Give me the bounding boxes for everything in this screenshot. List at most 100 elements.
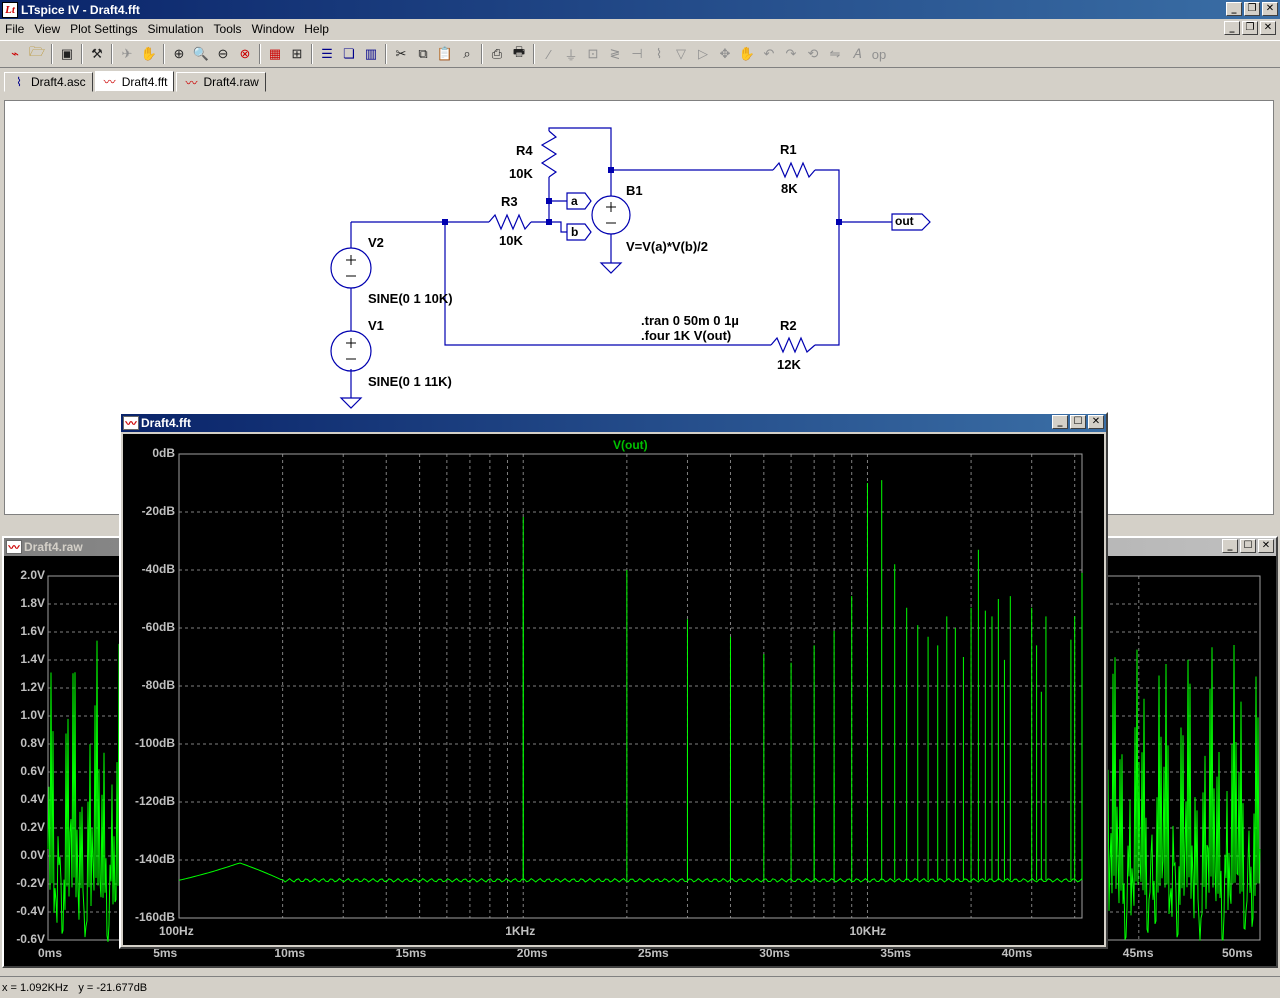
restore-icon[interactable]: ❐ [1244,2,1260,16]
app-title: LTspice IV - Draft4.fft [21,2,140,17]
tile-vertical-icon[interactable]: ▥ [360,43,382,65]
r1-value: 8K [781,181,798,196]
menu-tools[interactable]: Tools [209,22,247,36]
waveform-icon: 〰 [6,540,22,554]
ground-icon[interactable]: ⏚ [560,43,582,65]
app-title-bar[interactable]: Lt LTspice IV - Draft4.fft _ ❐ ✕ [0,0,1280,19]
print-icon[interactable]: 🖶 [508,43,530,65]
rotate-icon[interactable]: ⟲ [802,43,824,65]
tab-draft4-asc[interactable]: ⌇ Draft4.asc [4,72,93,92]
tile-horizontal-icon[interactable]: ☰ [316,43,338,65]
menu-plot-settings[interactable]: Plot Settings [65,22,142,36]
fft-x-tick-label: 100Hz [159,924,194,938]
autorange-icon[interactable]: ▦ [264,43,286,65]
raw-maximize-icon[interactable]: ☐ [1240,539,1256,553]
fft-y-tick-label: -40dB [141,562,175,576]
net-label-b: b [571,225,579,239]
menu-bar: File View Plot Settings Simulation Tools… [0,19,1280,38]
fft-minimize-icon[interactable]: _ [1052,415,1068,429]
cascade-icon[interactable]: ❏ [338,43,360,65]
raw-y-tick-label: -0.4V [16,904,45,918]
copy-icon[interactable]: ⧉ [412,43,434,65]
net-label-a: a [571,194,578,208]
redo-icon[interactable]: ↷ [780,43,802,65]
raw-minimize-icon[interactable]: _ [1222,539,1238,553]
minimize-icon[interactable]: _ [1226,2,1242,16]
zoom-out-icon[interactable]: 🔍 [190,43,212,65]
cursor-y-readout: y = -21.677dB [78,981,148,994]
four-directive[interactable]: .four 1K V(out) [641,328,731,343]
raw-y-tick-label: 1.8V [20,596,45,610]
component-icon[interactable]: ▷ [692,43,714,65]
menu-window[interactable]: Window [247,22,300,36]
tran-directive[interactable]: .tran 0 50m 0 1µ [641,313,739,328]
save-icon[interactable]: ▣ [56,43,78,65]
tab-label: Draft4.asc [31,75,86,89]
inductor-icon[interactable]: ⌇ [648,43,670,65]
undo-icon[interactable]: ↶ [758,43,780,65]
tab-label: Draft4.raw [203,75,259,89]
raw-y-tick-label: 1.2V [20,680,45,694]
zoom-full-icon[interactable]: ⊖ [212,43,234,65]
mdi-close-icon[interactable]: ✕ [1260,21,1276,35]
wire-icon[interactable]: ∕ [538,43,560,65]
resistor-icon[interactable]: ≷ [604,43,626,65]
raw-y-tick-label: 1.6V [20,624,45,638]
fft-window-title-bar[interactable]: 〰 Draft4.fft _ ☐ ✕ [121,414,1106,432]
raw-x-tick-label: 45ms [1122,946,1154,960]
fft-y-tick-label: -140dB [134,852,175,866]
waveform-icon: 〰 [123,416,139,430]
menu-view[interactable]: View [29,22,65,36]
label-net-icon[interactable]: ⊡ [582,43,604,65]
run-icon[interactable]: ✈ [116,43,138,65]
capacitor-icon[interactable]: ⊣ [626,43,648,65]
fft-y-tick-label: -120dB [134,794,175,808]
fft-maximize-icon[interactable]: ☐ [1070,415,1086,429]
raw-x-tick-label: 0ms [38,946,63,960]
find-icon[interactable]: ⌕ [456,43,478,65]
paste-icon[interactable]: 📋 [434,43,456,65]
menu-file[interactable]: File [0,22,29,36]
mdi-minimize-icon[interactable]: _ [1224,21,1240,35]
menu-help[interactable]: Help [299,22,334,36]
fft-window-title: Draft4.fft [141,416,191,430]
text-icon[interactable]: 𝐴 [846,43,868,65]
new-schematic-icon[interactable]: ⌁ [4,43,26,65]
open-icon[interactable]: 🗁 [26,43,48,65]
zoom-cancel-icon[interactable]: ⊗ [234,43,256,65]
raw-close-icon[interactable]: ✕ [1258,539,1274,553]
mdi-restore-icon[interactable]: ❐ [1242,21,1258,35]
mdi-controls: _ ❐ ✕ [1224,21,1276,35]
control-panel-icon[interactable]: ⚒ [86,43,108,65]
diode-icon[interactable]: ▽ [670,43,692,65]
cursor-x-readout: x = 1.092KHz [2,981,69,994]
menu-simulation[interactable]: Simulation [143,22,209,36]
raw-window-title: Draft4.raw [24,540,83,554]
cut-icon[interactable]: ✂ [390,43,412,65]
mirror-icon[interactable]: ⇋ [824,43,846,65]
fft-window[interactable]: 〰 Draft4.fft _ ☐ ✕ V(out) 0dB -20dB -40dB -… [119,412,1108,949]
fft-close-icon[interactable]: ✕ [1088,415,1104,429]
raw-y-tick-label: 0.6V [20,764,45,778]
spice-directive-icon[interactable]: op [868,43,890,65]
close-icon[interactable]: ✕ [1262,2,1278,16]
tab-draft4-fft[interactable]: 〰 Draft4.fft [94,71,175,92]
fft-x-tick-label: 10KHz [849,924,887,938]
tab-draft4-raw[interactable]: 〰 Draft4.raw [176,72,266,92]
drag-icon[interactable]: ✋ [736,43,758,65]
fft-y-tick-label: -160dB [134,910,175,924]
ltspice-logo-icon: Lt [2,1,18,18]
r3-name: R3 [501,194,518,209]
print-preview-icon[interactable]: ⎙ [486,43,508,65]
move-icon[interactable]: ✥ [714,43,736,65]
halt-icon[interactable]: ✋ [138,43,160,65]
v1-name: V1 [368,318,384,333]
net-label-out: out [895,214,914,228]
zoom-in-icon[interactable]: ⊕ [168,43,190,65]
fft-plot-pane[interactable]: V(out) 0dB -20dB -40dB -60dB -80dB -100dB -120… [123,434,1104,945]
status-bar: x = 1.092KHz y = -21.677dB [0,976,1280,998]
add-trace-icon[interactable]: ⊞ [286,43,308,65]
raw-y-tick-label: 2.0V [20,568,45,582]
r1-name: R1 [780,142,797,157]
raw-x-tick-label: 50ms [1222,946,1253,960]
